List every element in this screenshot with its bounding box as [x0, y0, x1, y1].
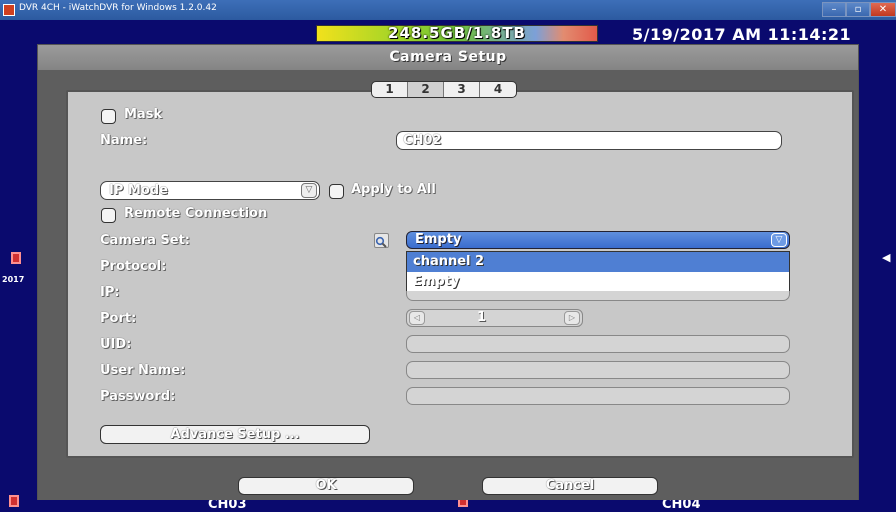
port-value: 1 — [477, 310, 487, 325]
ok-button[interactable]: OK — [238, 477, 414, 495]
tab-channel-4[interactable]: 4 — [480, 82, 516, 97]
uid-field[interactable] — [406, 335, 790, 353]
arrow-left-icon[interactable]: ◀ — [882, 252, 896, 264]
dropdown-option-empty[interactable]: Empty — [407, 272, 789, 292]
protocol-label: Protocol: — [100, 259, 167, 274]
chevron-down-icon[interactable]: ▽ — [771, 233, 787, 247]
password-label: Password: — [100, 389, 176, 404]
mode-select[interactable]: IP Mode ▽ — [100, 181, 320, 200]
user-name-field[interactable] — [406, 361, 790, 379]
remote-connection-checkbox[interactable] — [101, 208, 116, 223]
close-button[interactable]: ✕ — [870, 2, 896, 17]
dialog-title: Camera Setup — [389, 49, 507, 65]
tab-channel-3[interactable]: 3 — [444, 82, 480, 97]
ip-label: IP: — [100, 285, 120, 300]
uid-label: UID: — [100, 337, 132, 352]
port-label: Port: — [100, 311, 137, 326]
channel-tabs: 1 2 3 4 — [371, 81, 517, 98]
cancel-button[interactable]: Cancel — [482, 477, 658, 495]
minimize-button[interactable]: – — [822, 2, 846, 17]
camera-set-select[interactable]: Empty ▽ — [406, 231, 790, 249]
mode-select-value: IP Mode — [109, 183, 168, 198]
app-icon — [3, 4, 15, 16]
port-stepper[interactable]: ◁ 1 ▷ — [406, 309, 583, 327]
apply-to-all-label: Apply to All — [351, 182, 436, 197]
increment-arrow-icon[interactable]: ▷ — [564, 311, 580, 325]
dropdown-option-channel-2[interactable]: channel 2 — [407, 252, 789, 272]
decrement-arrow-icon[interactable]: ◁ — [409, 311, 425, 325]
search-icon[interactable] — [374, 233, 389, 248]
film-icon — [9, 495, 19, 507]
camera-set-value: Empty — [415, 232, 462, 247]
advance-setup-button[interactable]: Advance Setup ... — [100, 425, 370, 444]
side-year-label: 2017 — [2, 275, 25, 284]
tab-channel-1[interactable]: 1 — [372, 82, 408, 97]
camera-set-dropdown: channel 2 Empty — [406, 251, 790, 293]
ip-field[interactable] — [406, 291, 790, 301]
mask-label: Mask — [124, 107, 163, 122]
name-field[interactable]: CH02 — [396, 131, 782, 150]
camera-set-label: Camera Set: — [100, 233, 190, 248]
window-title: DVR 4CH - iWatchDVR for Windows 1.2.0.42 — [19, 3, 217, 13]
remote-connection-label: Remote Connection — [124, 206, 268, 221]
name-label: Name: — [100, 133, 148, 148]
camera-setup-dialog: Camera Setup 1 2 3 4 Mask Name: CH02 IP … — [37, 44, 859, 500]
user-name-label: User Name: — [100, 363, 186, 378]
film-icon — [11, 252, 21, 264]
apply-to-all-checkbox[interactable] — [329, 184, 344, 199]
window-title-bar: DVR 4CH - iWatchDVR for Windows 1.2.0.42… — [0, 0, 896, 20]
password-field[interactable] — [406, 387, 790, 405]
datetime-display: 5/19/2017 AM 11:14:21 — [632, 25, 852, 44]
mask-checkbox[interactable] — [101, 109, 116, 124]
storage-usage-text: 248.5GB/1.8TB — [388, 24, 526, 42]
maximize-button[interactable]: ▫ — [846, 2, 870, 17]
tab-channel-2[interactable]: 2 — [408, 82, 444, 97]
chevron-down-icon[interactable]: ▽ — [301, 183, 317, 198]
